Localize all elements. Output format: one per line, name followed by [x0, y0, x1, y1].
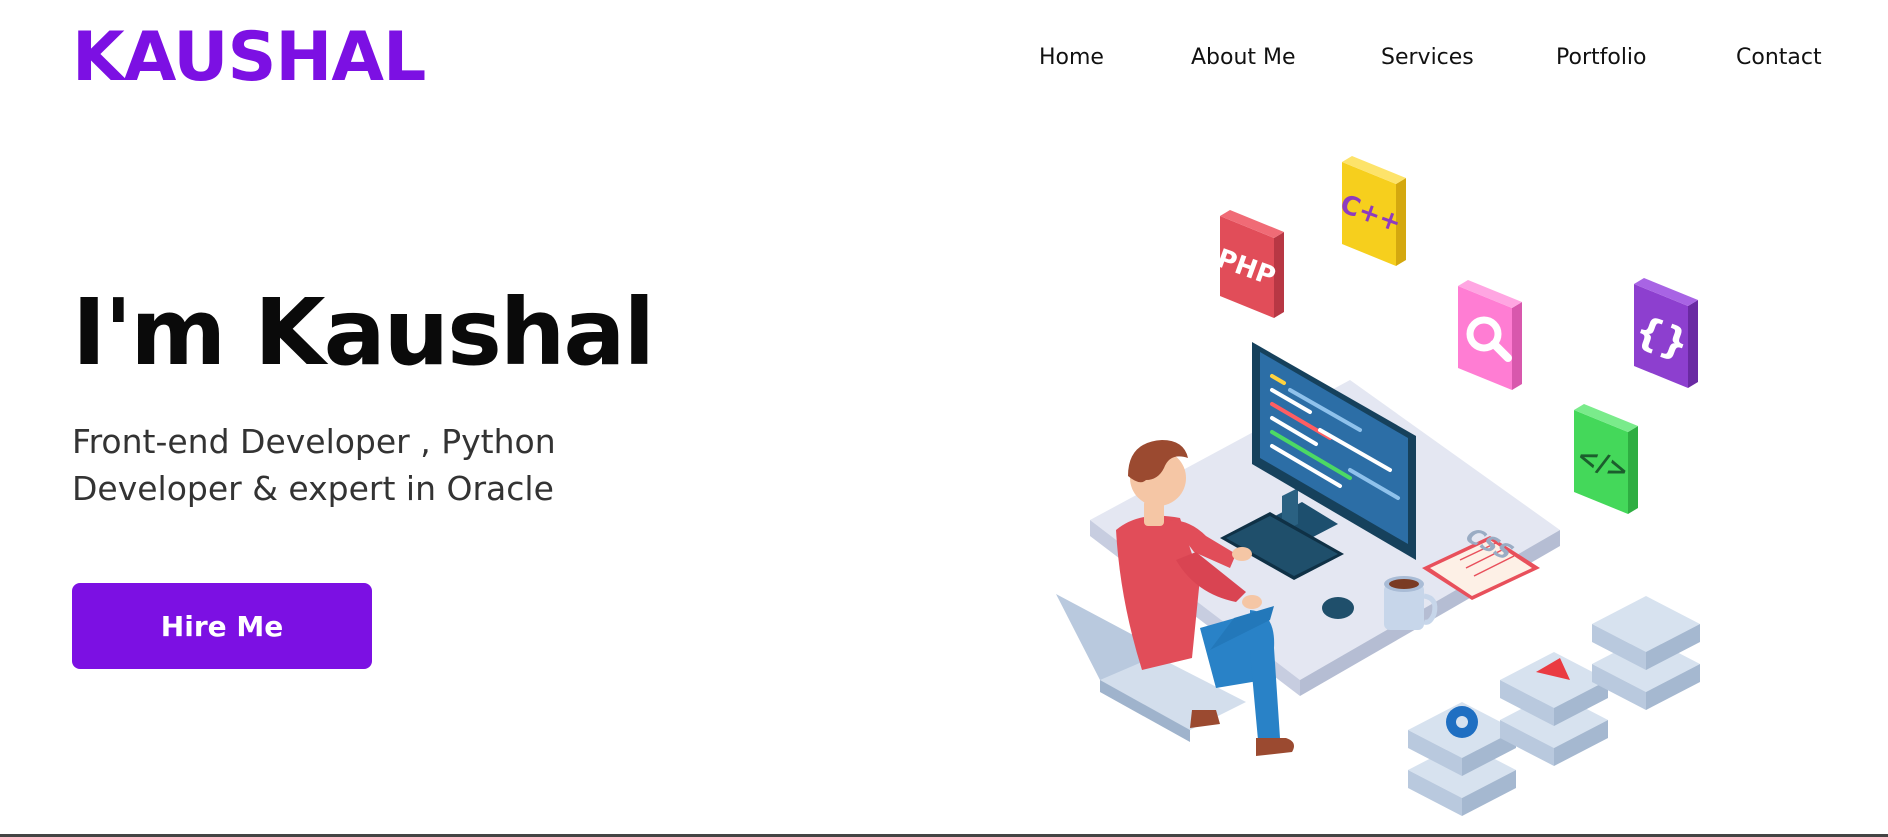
nav-portfolio[interactable]: Portfolio: [1556, 42, 1647, 74]
main-nav: Home About Me Services Portfolio Contact: [0, 42, 1888, 74]
gear-icon: [1446, 706, 1478, 738]
mouse: [1322, 597, 1354, 619]
hero-title: I'm Kaushal: [72, 279, 655, 386]
hero-subtitle: Front-end Developer , Python Developer &…: [72, 422, 556, 508]
nav-home[interactable]: Home: [1039, 42, 1104, 74]
site-header: KAUSHAL Home About Me Services Portfolio…: [0, 0, 1888, 120]
nav-about-me[interactable]: About Me: [1191, 42, 1296, 74]
gear-block-stack: [1408, 702, 1516, 816]
php-tile: PHP: [1213, 210, 1284, 318]
cpp-tile: C++: [1336, 156, 1406, 266]
warning-block-stack: [1500, 652, 1608, 766]
search-tile: [1458, 280, 1522, 390]
hire-me-button[interactable]: Hire Me: [72, 583, 372, 669]
nav-services[interactable]: Services: [1381, 42, 1474, 74]
developer-illustration: PHP C++ {} </> CSS: [1056, 156, 1700, 816]
braces-tile: {}: [1629, 278, 1698, 388]
code-tile: </>: [1573, 404, 1638, 514]
nav-contact[interactable]: Contact: [1736, 42, 1822, 74]
